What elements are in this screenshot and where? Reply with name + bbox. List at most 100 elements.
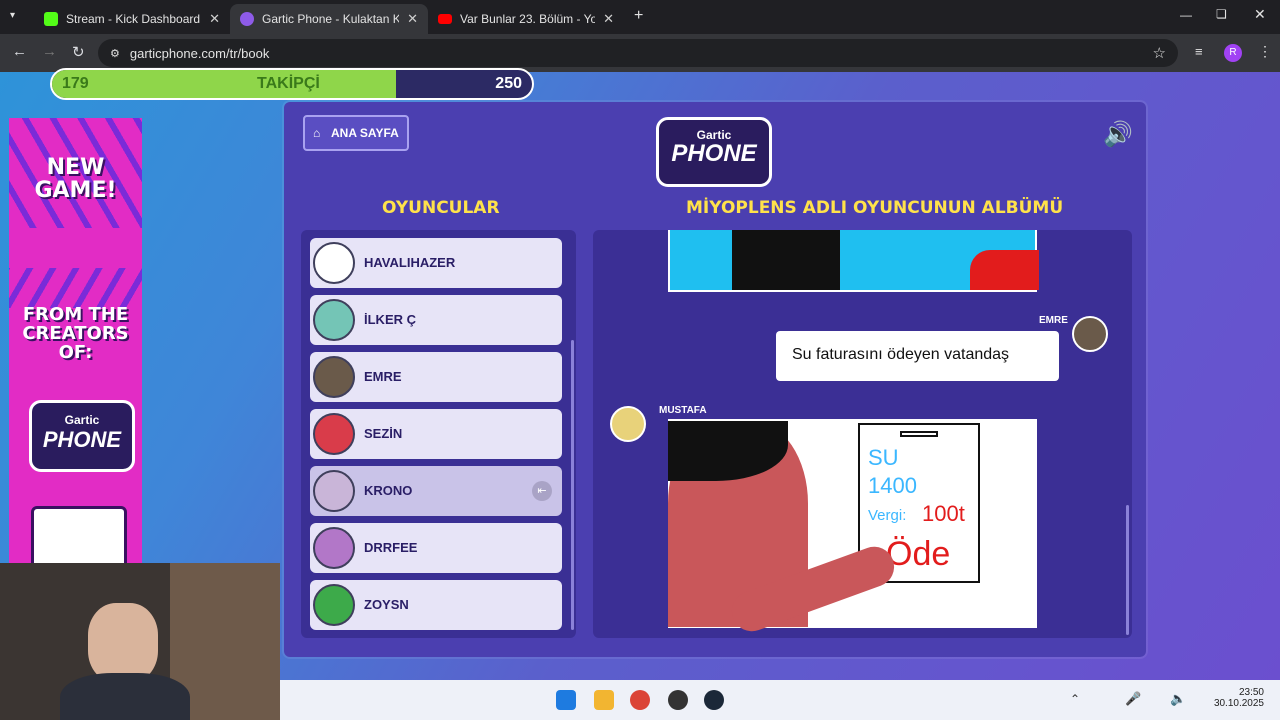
reading-list-icon[interactable]: ≡: [1195, 44, 1203, 59]
date: 30.10.2025: [1213, 698, 1264, 709]
list-item[interactable]: HAVALIHAZER: [310, 238, 562, 288]
player-name: SEZİN: [364, 426, 403, 441]
scrollbar[interactable]: [1126, 505, 1129, 635]
site-info-icon[interactable]: ⚙: [110, 47, 120, 60]
taskbar: ⌃ 🎤 🔈 23:50 30.10.2025: [280, 680, 1280, 720]
advertisement[interactable]: ⓘ✕ NEW GAME! FROM THE CREATORS OF: Garti…: [9, 118, 142, 564]
player-name: ZOYSN: [364, 597, 409, 612]
avatar: [313, 356, 355, 398]
drawing-text: 1400: [868, 473, 917, 498]
list-item[interactable]: ZOYSN: [310, 580, 562, 630]
close-window-icon[interactable]: ✕: [1254, 6, 1266, 23]
calendar-illustration: [31, 506, 127, 564]
tab-gartic-phone[interactable]: Gartic Phone - Kulaktan Kulağa ✕: [230, 4, 428, 34]
time: 23:50: [1238, 687, 1264, 698]
drawing-text: 100t: [922, 501, 965, 526]
list-item[interactable]: KRONO ⇤: [310, 466, 562, 516]
volume-icon[interactable]: 🔈: [1170, 691, 1186, 707]
avatar: [313, 584, 355, 626]
obs-icon[interactable]: [668, 690, 688, 710]
person: [88, 603, 158, 683]
author-name: EMRE: [1039, 315, 1068, 326]
drawing-text: Vergi:: [868, 507, 907, 524]
home-label: ANA SAYFA: [331, 126, 399, 140]
forward-icon[interactable]: →: [42, 43, 57, 60]
close-icon[interactable]: ✕: [209, 11, 220, 27]
guess-text: Su faturasını ödeyen vatandaş: [792, 346, 1010, 363]
follower-progress-bar: 179 TAKİPÇİ 250: [50, 68, 534, 100]
list-item[interactable]: İLKER Ç: [310, 295, 562, 345]
address-bar[interactable]: ⚙ garticphone.com/tr/book ☆: [98, 39, 1178, 67]
player-name: HAVALIHAZER: [364, 255, 456, 270]
logo-bottom: PHONE: [671, 140, 757, 167]
players-heading: OYUNCULAR: [382, 198, 500, 218]
windows-start-icon[interactable]: [556, 690, 576, 710]
reload-icon[interactable]: ↻: [72, 43, 85, 61]
tab-kick-dashboard[interactable]: Stream - Kick Dashboard ✕: [34, 4, 230, 34]
microphone-icon[interactable]: 🎤: [1125, 691, 1141, 707]
chrome-icon[interactable]: [630, 690, 650, 710]
ad-pattern: [9, 268, 142, 308]
kick-player-icon[interactable]: ⇤: [532, 481, 552, 501]
ad-logo: Gartic PHONE: [29, 400, 135, 472]
close-icon[interactable]: ✕: [603, 11, 614, 27]
tab-label: Gartic Phone - Kulaktan Kulağa: [262, 12, 400, 26]
steam-icon[interactable]: [704, 690, 724, 710]
tray-chevron-icon[interactable]: ⌃: [1070, 692, 1080, 706]
home-icon: ⌂: [313, 126, 321, 140]
drawing-text: SU: [868, 445, 899, 470]
minimize-icon[interactable]: —: [1180, 8, 1192, 22]
scrollbar[interactable]: [571, 340, 574, 630]
drawing-text: Öde: [886, 535, 951, 573]
ad-logo-bottom: PHONE: [42, 427, 122, 452]
list-item[interactable]: EMRE: [310, 352, 562, 402]
close-icon[interactable]: ✕: [407, 11, 418, 27]
drawing-canvas: SU 1400 Vergi: 100t Öde: [668, 419, 1037, 637]
webcam-overlay: [0, 563, 280, 720]
tab-list-button[interactable]: ▾: [10, 10, 15, 21]
avatar: [313, 299, 355, 341]
progress-fill: [52, 70, 396, 98]
drawing-clip: [900, 431, 938, 437]
album-heading: MİYOPLENS ADLI OYUNCUNUN ALBÜMÜ: [686, 198, 1064, 218]
gartic-phone-logo: Gartic PHONE: [656, 117, 772, 187]
menu-icon[interactable]: ⋮: [1258, 43, 1272, 60]
avatar[interactable]: R: [1224, 44, 1242, 62]
tab-label: Stream - Kick Dashboard: [66, 12, 201, 26]
list-item[interactable]: SEZİN: [310, 409, 562, 459]
bookmark-star-icon[interactable]: ☆: [1153, 44, 1166, 62]
tab-youtube[interactable]: Var Bunlar 23. Bölüm - YouTube ✕: [428, 4, 624, 34]
drawing-shape: [970, 250, 1039, 290]
guess-bubble: Su faturasını ödeyen vatandaş: [776, 331, 1059, 381]
home-button[interactable]: ⌂ ANA SAYFA: [303, 115, 409, 151]
album-area: EMRE Su faturasını ödeyen vatandaş MUSTA…: [593, 230, 1132, 638]
player-name: EMRE: [364, 369, 402, 384]
ad-subline: FROM THE CREATORS OF:: [22, 304, 129, 363]
gartic-phone-icon: [240, 12, 254, 26]
maximize-icon[interactable]: ❏: [1216, 7, 1227, 21]
browser-tab-bar: ▾ Stream - Kick Dashboard ✕ Gartic Phone…: [0, 0, 1280, 34]
clock[interactable]: 23:50 30.10.2025: [1214, 687, 1264, 709]
tab-label: Var Bunlar 23. Bölüm - YouTube: [460, 12, 596, 26]
follower-goal: 250: [495, 75, 522, 92]
ad-headline: NEW GAME!: [34, 155, 117, 204]
avatar: [313, 413, 355, 455]
drawing-previous: [668, 230, 1039, 292]
list-item[interactable]: DRRFEE: [310, 523, 562, 573]
new-tab-icon[interactable]: +: [634, 7, 643, 25]
sound-icon[interactable]: 🔊: [1103, 120, 1135, 148]
follower-label: TAKİPÇİ: [257, 75, 320, 92]
avatar: [313, 242, 355, 284]
back-icon[interactable]: ←: [12, 43, 27, 60]
file-explorer-icon[interactable]: [594, 690, 614, 710]
author-name: MUSTAFA: [659, 405, 707, 416]
youtube-icon: [438, 14, 452, 24]
player-name: DRRFEE: [364, 540, 418, 555]
player-name: KRONO: [364, 483, 413, 498]
url-text: garticphone.com/tr/book: [129, 45, 270, 61]
ad-logo-top: Gartic: [64, 413, 100, 427]
browser-toolbar: ← → ↻ ⚙ garticphone.com/tr/book ☆ ≡ R ⋮: [0, 34, 1280, 72]
avatar: [1072, 316, 1108, 352]
avatar: [610, 406, 646, 442]
players-list: HAVALIHAZER İLKER Ç EMRE SEZİN KRONO ⇤ D…: [301, 230, 576, 638]
